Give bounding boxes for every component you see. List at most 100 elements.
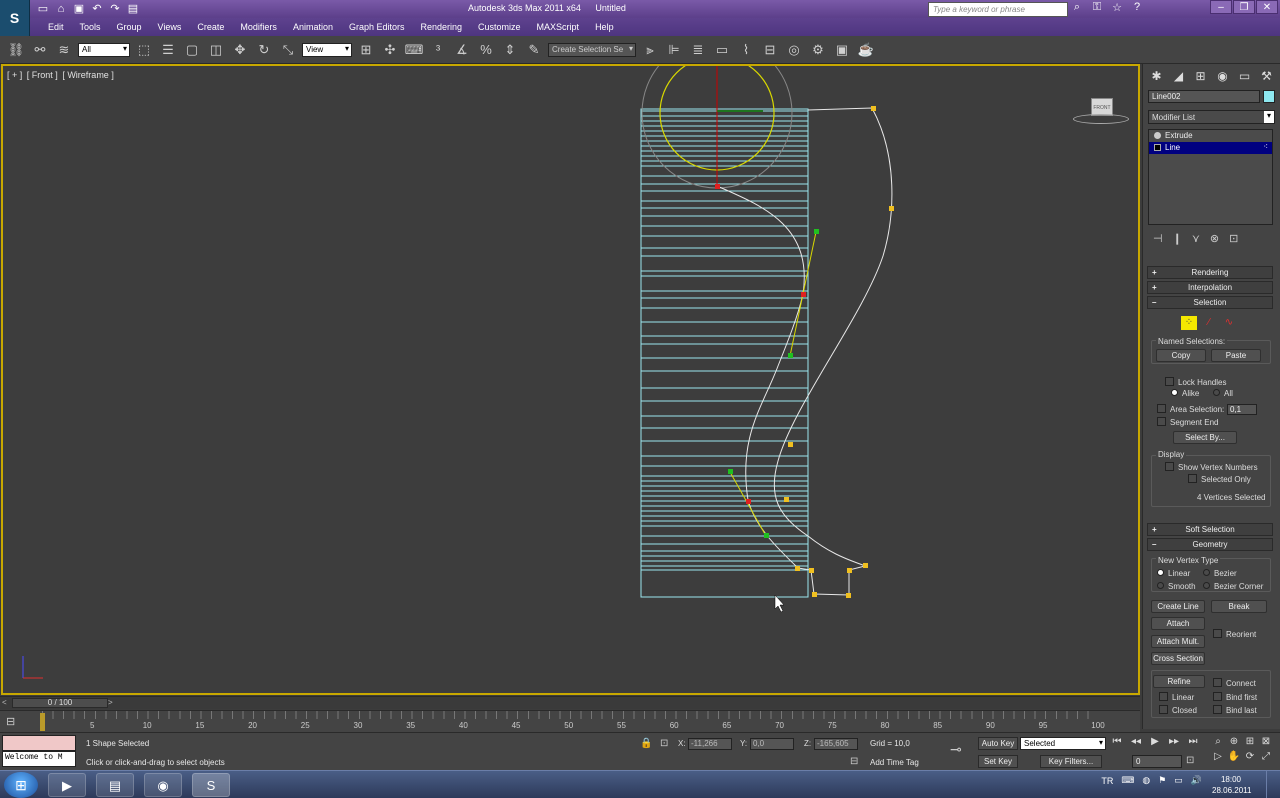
- save-icon[interactable]: ▣: [72, 2, 86, 16]
- stack-item-line[interactable]: Line ⁖: [1149, 142, 1272, 154]
- front-viewport[interactable]: [ + ] [ Front ] [ Wireframe ] FRONT: [1, 64, 1140, 695]
- menu-help[interactable]: Help: [587, 22, 622, 32]
- segment-end-checkbox[interactable]: Segment End: [1157, 417, 1218, 427]
- maxscript-listener[interactable]: Welcome to M: [2, 735, 76, 769]
- pin-stack-icon[interactable]: ⊣: [1153, 232, 1163, 245]
- reference-coordinate-dropdown[interactable]: View: [302, 42, 352, 57]
- graphite-ribbon-icon[interactable]: ▭: [712, 40, 732, 60]
- pivot-center-icon[interactable]: ⊞: [356, 40, 376, 60]
- set-keys-icon[interactable]: ⊸: [950, 741, 962, 758]
- utilities-tab-icon[interactable]: ⚒: [1257, 68, 1276, 84]
- close-icon[interactable]: ✕: [1256, 0, 1278, 14]
- connect-checkbox[interactable]: Connect: [1213, 678, 1256, 688]
- redo-icon[interactable]: ↷: [108, 2, 122, 16]
- set-key-button[interactable]: Set Key: [978, 755, 1018, 768]
- select-rotate-icon[interactable]: ↻: [254, 40, 274, 60]
- alike-radio[interactable]: Alike: [1171, 389, 1199, 398]
- show-desktop-button[interactable]: [1266, 771, 1280, 798]
- edit-named-selections-icon[interactable]: ✎: [524, 40, 544, 60]
- menu-tools[interactable]: Tools: [72, 22, 109, 32]
- select-object-icon[interactable]: ⬚: [134, 40, 154, 60]
- key-selection-dropdown[interactable]: Selected: [1020, 737, 1106, 750]
- spline-level-icon[interactable]: ∿: [1221, 316, 1237, 330]
- undo-icon[interactable]: ↶: [90, 2, 104, 16]
- zoom-extents-all-icon[interactable]: ⊠: [1258, 736, 1274, 747]
- search-input[interactable]: Type a keyword or phrase: [928, 2, 1068, 17]
- maxscript-input[interactable]: Welcome to M: [2, 751, 76, 767]
- current-frame-field[interactable]: 0: [1132, 755, 1182, 768]
- material-editor-icon[interactable]: ◎: [784, 40, 804, 60]
- menu-create[interactable]: Create: [189, 22, 232, 32]
- expand-icon[interactable]: [1154, 144, 1161, 151]
- closed-checkbox[interactable]: Closed: [1159, 705, 1197, 715]
- break-button[interactable]: Break: [1211, 600, 1267, 613]
- angle-snap-icon[interactable]: ∡: [452, 40, 472, 60]
- time-slider-prev-icon[interactable]: <: [2, 698, 12, 707]
- orbit-icon[interactable]: ⟳: [1242, 751, 1258, 762]
- lightbulb-icon[interactable]: [1154, 132, 1161, 139]
- open-file-icon[interactable]: ⌂: [54, 2, 68, 16]
- select-manipulate-icon[interactable]: ✣: [380, 40, 400, 60]
- rollout-interpolation[interactable]: + Interpolation: [1147, 281, 1273, 294]
- field-of-view-icon[interactable]: ▷: [1210, 751, 1226, 762]
- menu-animation[interactable]: Animation: [285, 22, 341, 32]
- play-icon[interactable]: ▶: [1148, 736, 1162, 747]
- cross-section-button[interactable]: Cross Section: [1151, 652, 1205, 665]
- bind-space-warp-icon[interactable]: ≋: [54, 40, 74, 60]
- zoom-extents-icon[interactable]: ⊞: [1242, 736, 1258, 747]
- add-time-tag[interactable]: Add Time Tag: [870, 758, 919, 767]
- render-production-icon[interactable]: ☕: [856, 40, 876, 60]
- menu-modifiers[interactable]: Modifiers: [232, 22, 285, 32]
- explorer-taskbar-icon[interactable]: ▤: [96, 773, 134, 797]
- layer-manager-icon[interactable]: ≣: [688, 40, 708, 60]
- minimize-icon[interactable]: –: [1210, 0, 1232, 14]
- unlink-icon[interactable]: ⚯: [30, 40, 50, 60]
- all-radio[interactable]: All: [1213, 389, 1233, 398]
- auto-key-button[interactable]: Auto Key: [978, 737, 1018, 750]
- bind-first-checkbox[interactable]: Bind first: [1213, 692, 1257, 702]
- pan-icon[interactable]: ✋: [1226, 751, 1242, 762]
- network-tray-icon[interactable]: ◍: [1142, 775, 1150, 786]
- hierarchy-tab-icon[interactable]: ⊞: [1191, 68, 1210, 84]
- spinner-snap-icon[interactable]: ⇕: [500, 40, 520, 60]
- key-icon[interactable]: ⚿: [1090, 1, 1104, 14]
- z-coordinate[interactable]: -165,605: [814, 738, 858, 750]
- menu-graph-editors[interactable]: Graph Editors: [341, 22, 413, 32]
- maximize-viewport-icon[interactable]: ⤢: [1258, 751, 1274, 762]
- linear-radio[interactable]: Linear: [1157, 569, 1190, 578]
- menu-rendering[interactable]: Rendering: [413, 22, 471, 32]
- stack-item-extrude[interactable]: Extrude: [1149, 130, 1272, 142]
- menu-customize[interactable]: Customize: [470, 22, 529, 32]
- mirror-icon[interactable]: ⫸: [640, 40, 660, 60]
- render-setup-icon[interactable]: ⚙: [808, 40, 828, 60]
- menu-maxscript[interactable]: MAXScript: [529, 22, 588, 32]
- time-tag-icon[interactable]: ⊟: [850, 756, 858, 767]
- select-by-name-icon[interactable]: ☰: [158, 40, 178, 60]
- bind-last-checkbox[interactable]: Bind last: [1213, 705, 1257, 715]
- attach-button[interactable]: Attach: [1151, 617, 1205, 630]
- media-player-taskbar-icon[interactable]: ▶: [48, 773, 86, 797]
- area-selection-checkbox[interactable]: Area Selection:: [1157, 404, 1224, 414]
- attach-mult-button[interactable]: Attach Mult.: [1151, 635, 1205, 648]
- rectangular-selection-icon[interactable]: ▢: [182, 40, 202, 60]
- restore-icon[interactable]: ❐: [1233, 0, 1255, 14]
- smooth-radio[interactable]: Smooth: [1157, 582, 1196, 591]
- x-coordinate[interactable]: -11,266: [688, 738, 732, 750]
- rollout-selection[interactable]: – Selection: [1147, 296, 1273, 309]
- remove-modifier-icon[interactable]: ⊗: [1210, 232, 1219, 245]
- time-slider[interactable]: < 0 / 100 >: [0, 696, 1140, 709]
- refine-button[interactable]: Refine: [1153, 675, 1205, 688]
- named-selection-dropdown[interactable]: Create Selection Se: [548, 42, 636, 57]
- firefox-taskbar-icon[interactable]: ◉: [144, 773, 182, 797]
- object-name-field[interactable]: Line002: [1148, 90, 1260, 103]
- rollout-soft-selection[interactable]: + Soft Selection: [1147, 523, 1273, 536]
- configure-sets-icon[interactable]: ⊡: [1229, 232, 1238, 245]
- modify-tab-icon[interactable]: ◢: [1169, 68, 1188, 84]
- percent-snap-icon[interactable]: %: [476, 40, 496, 60]
- show-vertex-numbers-checkbox[interactable]: Show Vertex Numbers: [1165, 462, 1258, 472]
- menu-views[interactable]: Views: [150, 22, 190, 32]
- new-file-icon[interactable]: ▭: [36, 2, 50, 16]
- maxscript-output[interactable]: [2, 735, 76, 751]
- menu-edit[interactable]: Edit: [40, 22, 72, 32]
- zoom-icon[interactable]: ⌕: [1210, 736, 1226, 747]
